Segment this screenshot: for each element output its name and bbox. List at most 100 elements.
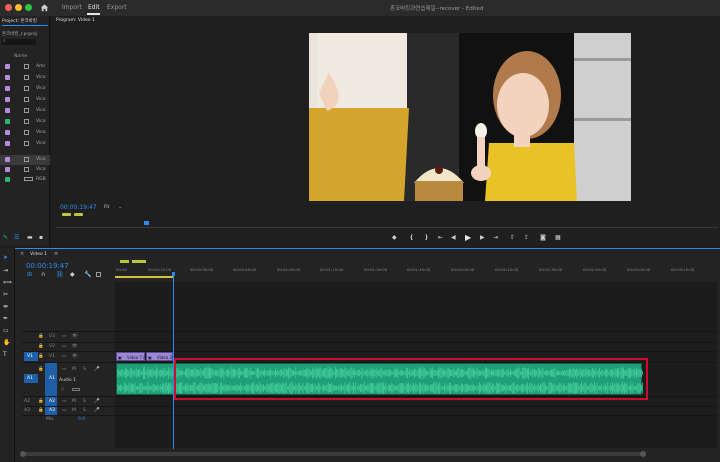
track-divider	[22, 331, 717, 332]
play-icon[interactable]: ▶	[465, 233, 471, 242]
lock-icon[interactable]: 🔒	[38, 408, 44, 413]
go-to-out-icon[interactable]: ⇥	[493, 234, 498, 241]
audio-track-name: Audio 1	[59, 378, 77, 383]
scrollbar-handle-left[interactable]	[20, 451, 26, 457]
sync-lock-icon[interactable]: ▭	[62, 334, 66, 339]
label-color-swatch	[5, 97, 10, 102]
new-bin-icon[interactable]: ▬	[27, 234, 33, 241]
more-icon[interactable]: ▪	[39, 234, 43, 241]
track-label: A1	[49, 376, 55, 381]
eye-icon[interactable]: 👁	[72, 334, 78, 339]
search-icon: ⌕	[3, 38, 6, 44]
step-back-icon[interactable]: ◀	[451, 234, 456, 241]
time-ruler[interactable]: 00:00 00:00:15:00 00:00:30:00 00:00:45:0…	[115, 264, 720, 282]
pen-tool-icon[interactable]: ✒	[3, 315, 8, 322]
lift-icon[interactable]: ⇧	[510, 234, 515, 241]
lock-icon[interactable]: 🔒	[38, 334, 44, 339]
sync-lock-icon[interactable]: ▭	[62, 408, 66, 413]
minimize-window-button[interactable]	[15, 4, 22, 11]
timeline-playhead-line[interactable]	[173, 276, 174, 449]
button-editor-icon[interactable]: ▦	[555, 234, 561, 241]
eye-icon[interactable]: 👁	[72, 354, 78, 359]
source-label: A1	[27, 376, 33, 381]
zoom-fit-select[interactable]: Fit	[104, 205, 109, 210]
scrollbar-handle-right[interactable]	[640, 451, 646, 457]
mute-button[interactable]: M	[72, 367, 76, 372]
snap-icon[interactable]: ∩	[41, 271, 45, 278]
razor-tool-icon[interactable]: ✂	[3, 291, 8, 298]
sync-lock-icon[interactable]: ▭	[62, 354, 66, 359]
lock-icon[interactable]: 🔒	[38, 367, 44, 372]
project-tab[interactable]: Project: 혼코바킹	[2, 18, 37, 24]
selection-tool-icon[interactable]: ➤	[3, 254, 8, 261]
color-matte-icon	[24, 177, 33, 181]
track-label: V3	[49, 334, 55, 339]
lock-icon[interactable]: 🔒	[38, 399, 44, 404]
lock-icon[interactable]: 🔒	[38, 344, 44, 349]
home-icon[interactable]	[40, 3, 49, 12]
rectangle-tool-icon[interactable]: ▭	[3, 327, 9, 334]
zoom-window-button[interactable]	[25, 4, 32, 11]
slip-tool-icon[interactable]: ⇹	[3, 303, 8, 310]
premiere-window: Import Edit Export 혼코바킹과연습제일--recover - …	[0, 0, 720, 462]
nest-toggle-icon[interactable]: ⊞	[27, 271, 32, 278]
menu-export[interactable]: Export	[107, 4, 127, 11]
mix-value[interactable]: 0.0	[78, 417, 85, 422]
ruler-tick: 00:01:45:00	[407, 267, 431, 272]
project-search-input[interactable]: ⌕	[2, 38, 36, 45]
track-select-tool-icon[interactable]: ⇥	[3, 267, 8, 274]
mute-button[interactable]: M	[72, 399, 76, 404]
solo-button[interactable]: S	[83, 408, 86, 413]
program-tab[interactable]: Program: Video 1	[56, 18, 95, 23]
pencil-icon[interactable]: ✎	[3, 234, 8, 241]
program-playhead[interactable]	[144, 221, 149, 225]
program-timecode[interactable]: 00:00:19:47	[60, 204, 97, 211]
microphone-icon[interactable]: 🎤	[94, 367, 100, 372]
close-window-button[interactable]	[5, 4, 12, 11]
go-to-in-icon[interactable]: ⇤	[438, 234, 443, 241]
sync-lock-icon[interactable]: ▭	[62, 367, 66, 372]
work-area-bar[interactable]	[115, 276, 173, 278]
solo-button[interactable]: S	[83, 399, 86, 404]
hand-tool-icon[interactable]: ✋	[3, 339, 10, 346]
add-marker-icon[interactable]: ◆	[70, 271, 75, 278]
keyframe-icon[interactable]: ◇	[61, 387, 64, 392]
volume-slider[interactable]	[72, 388, 80, 391]
solo-button[interactable]: S	[83, 367, 86, 372]
close-sequence-icon[interactable]: ×	[20, 251, 24, 257]
eye-icon[interactable]: 👁	[72, 344, 78, 349]
project-item-label: RGB	[36, 177, 46, 182]
menu-import[interactable]: Import	[62, 4, 82, 11]
ripple-edit-tool-icon[interactable]: ⟺	[3, 279, 12, 286]
mark-out-icon[interactable]: ❵	[424, 234, 429, 241]
microphone-icon[interactable]: 🎤	[94, 399, 100, 404]
ruler-tick: 00:02:45:00	[583, 267, 607, 272]
lock-icon[interactable]: 🔒	[38, 354, 44, 359]
sync-lock-icon[interactable]: ▭	[62, 344, 66, 349]
captions-icon[interactable]	[96, 272, 101, 277]
mark-in-icon[interactable]: ❴	[409, 234, 414, 241]
camera-icon[interactable]: ◙	[540, 234, 546, 241]
microphone-icon[interactable]: 🎤	[94, 408, 100, 413]
name-column-header[interactable]: Name	[14, 54, 27, 59]
project-item-label: Amr	[36, 64, 46, 69]
project-item-label: Vico	[36, 130, 46, 135]
track-divider	[22, 406, 717, 407]
sync-lock-icon[interactable]: ▭	[62, 399, 66, 404]
type-tool-icon[interactable]: T	[3, 351, 7, 358]
add-marker-icon[interactable]: ◆	[392, 234, 397, 241]
sequence-menu-icon[interactable]: ≡	[54, 251, 58, 257]
linked-selection-icon[interactable]: ⛓	[56, 271, 64, 278]
mute-button[interactable]: M	[72, 408, 76, 413]
extract-icon[interactable]: ⇪	[524, 234, 529, 241]
video-clip[interactable]: ▣ Video 3	[146, 352, 173, 361]
video-clip[interactable]: ▣ Video 7.m	[116, 352, 147, 361]
sequence-tab[interactable]: Video 1	[30, 252, 47, 257]
program-scrub-bar[interactable]	[56, 227, 718, 228]
timeline-timecode[interactable]: 00:00:19:47	[26, 262, 69, 270]
wrench-icon[interactable]: 🔧	[84, 271, 91, 278]
list-view-icon[interactable]: ☰	[14, 234, 19, 241]
timeline-scrollbar[interactable]	[22, 452, 642, 456]
menu-edit[interactable]: Edit	[88, 4, 100, 11]
step-forward-icon[interactable]: ▶	[480, 234, 485, 241]
